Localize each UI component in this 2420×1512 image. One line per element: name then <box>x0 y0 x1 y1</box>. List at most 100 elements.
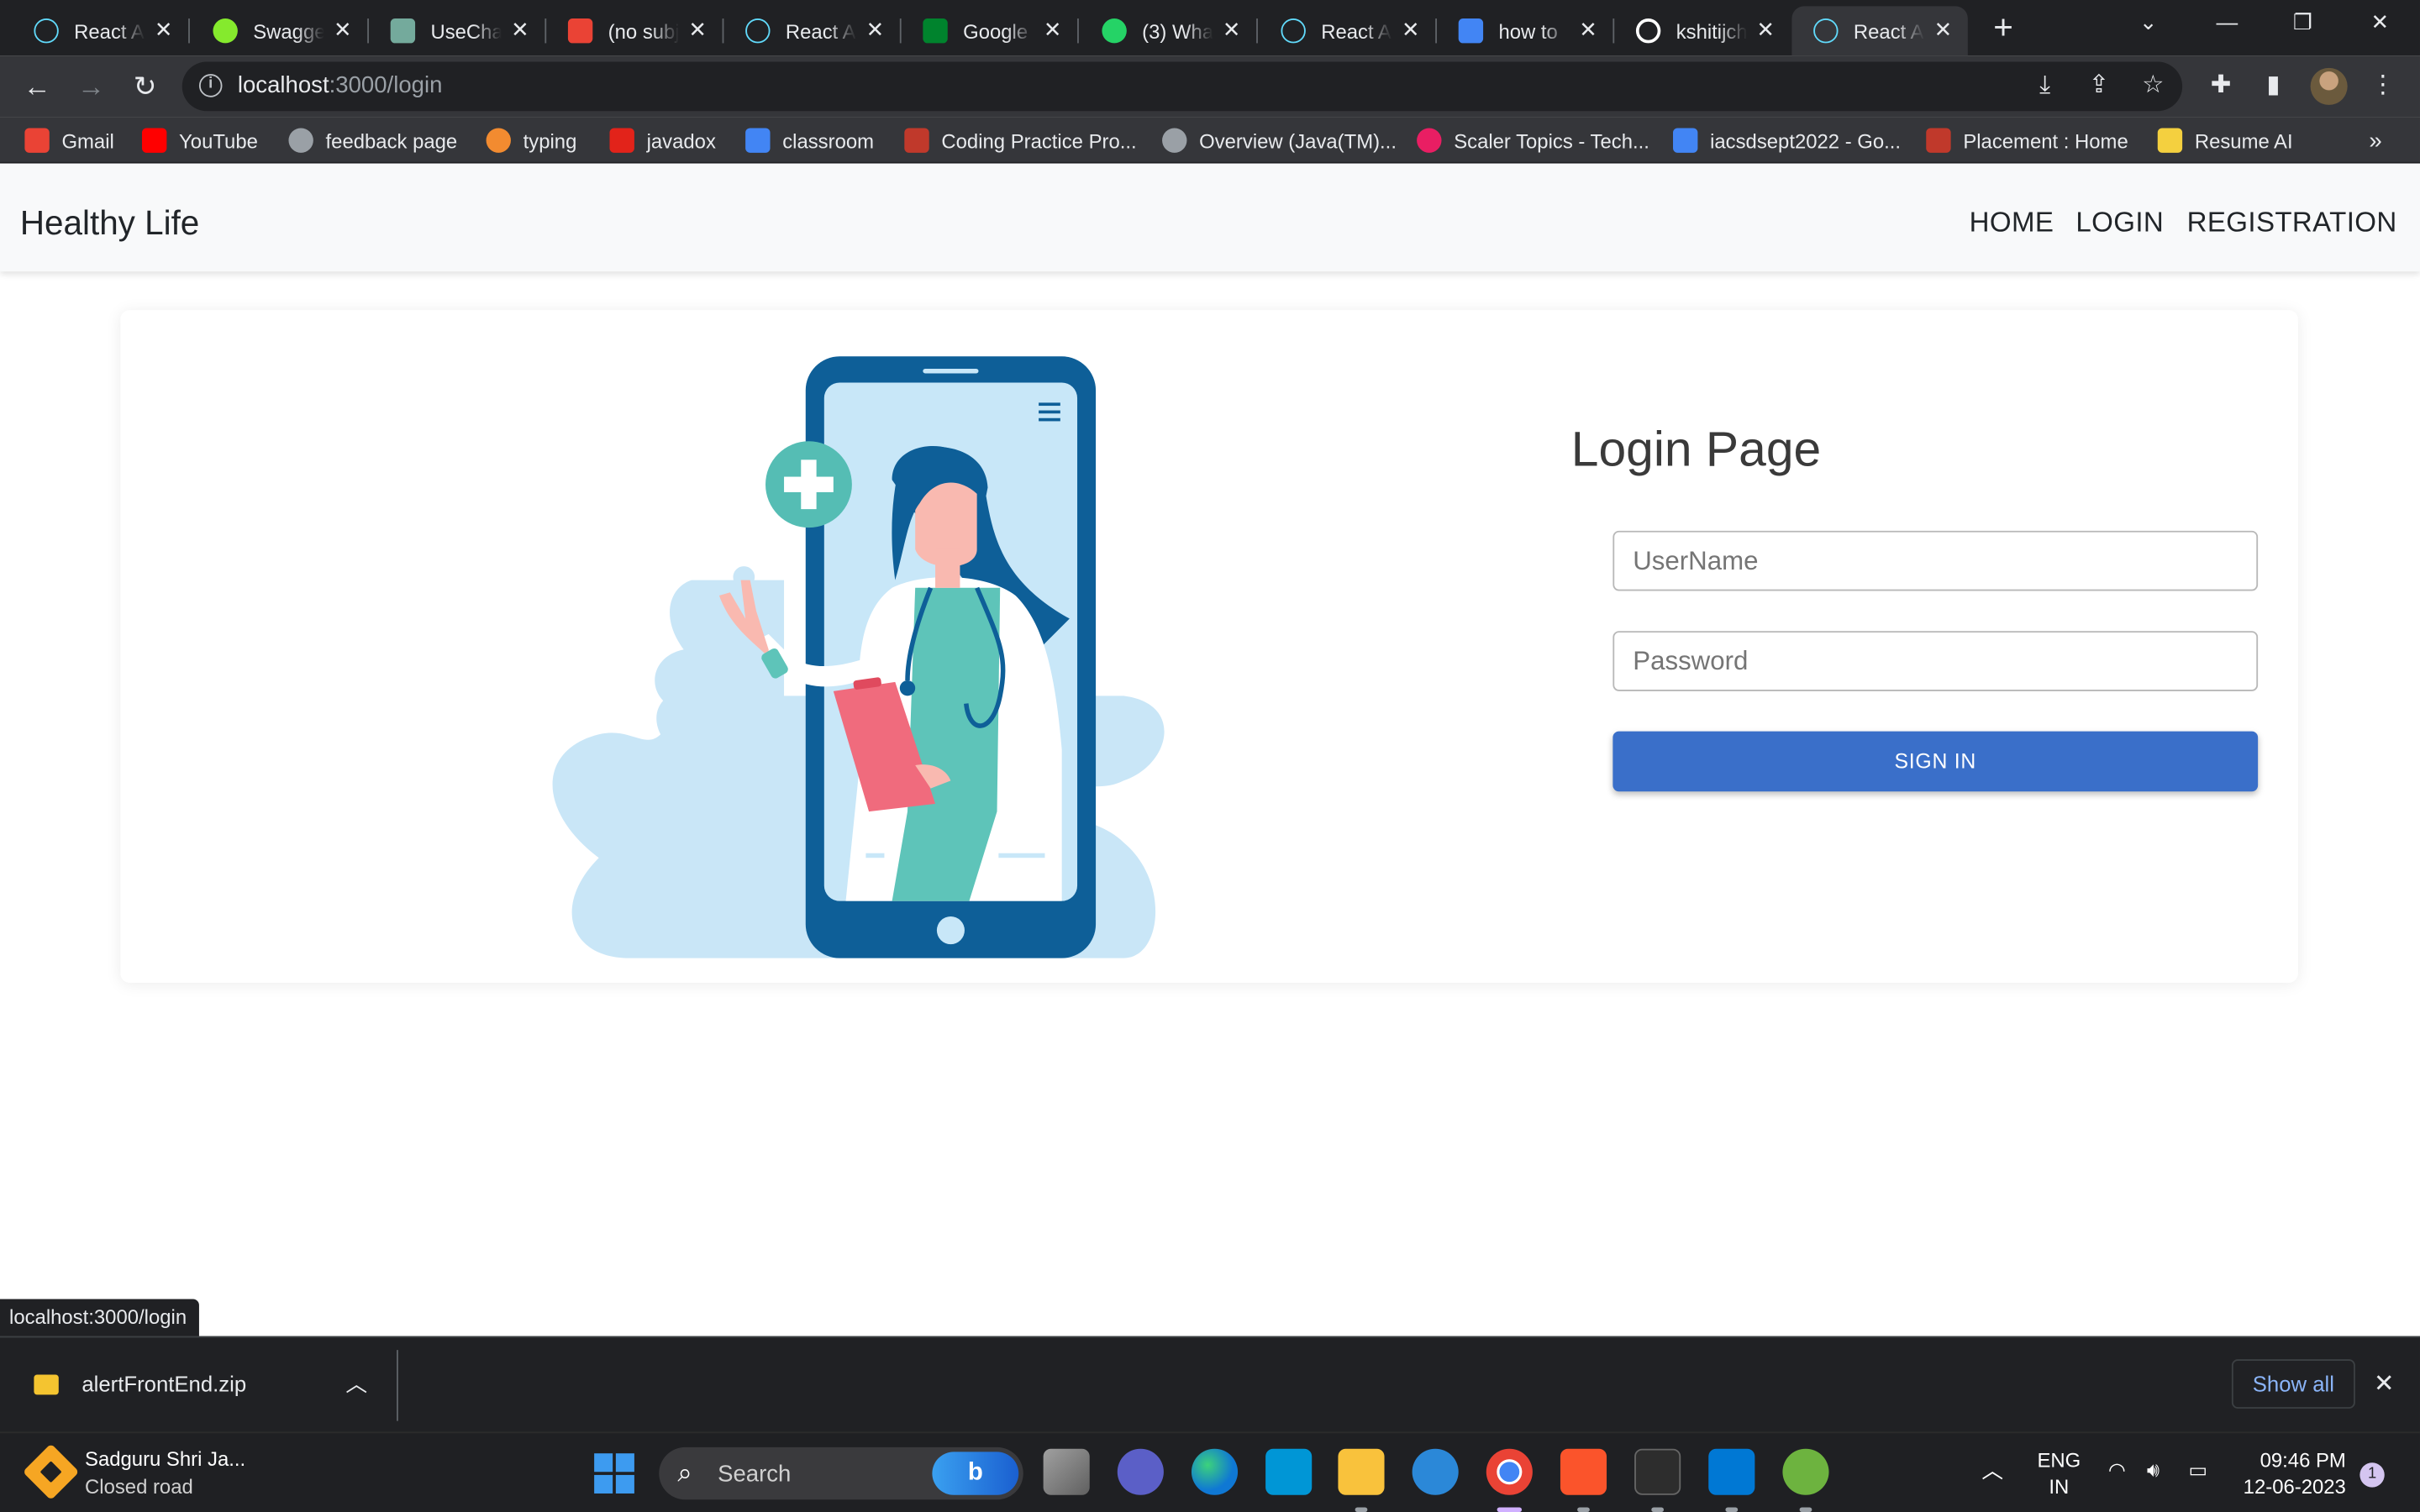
bookmark-item[interactable]: classroom <box>745 127 874 155</box>
bookmark-label: typing <box>523 129 577 152</box>
bookmark-item[interactable]: Overview (Java(TM)... <box>1162 127 1397 155</box>
side-panel-icon[interactable]: ▮ <box>2258 71 2289 102</box>
password-input[interactable] <box>1612 631 2259 691</box>
browser-tab[interactable]: UseChatGPT ✕ <box>369 6 547 55</box>
close-tab-icon[interactable]: ✕ <box>1931 17 1955 41</box>
browser-tab[interactable]: React App✕ <box>1791 6 1968 56</box>
bookmark-item[interactable]: javadox <box>609 127 716 155</box>
bookmark-item[interactable]: YouTube <box>141 127 258 155</box>
close-tab-icon[interactable]: ✕ <box>1040 17 1065 41</box>
minimize-icon[interactable]: — <box>2204 9 2250 34</box>
bookmark-item[interactable]: Resume AI <box>2157 127 2293 155</box>
close-tab-icon[interactable]: ✕ <box>330 17 355 41</box>
bookmark-item[interactable]: feedback page <box>288 127 457 155</box>
tab-search-icon[interactable]: ⌄ <box>2125 9 2171 35</box>
weather-widget-subtitle: Closed road <box>85 1474 193 1499</box>
bookmark-item[interactable]: typing <box>486 127 577 155</box>
teams-chat-icon[interactable] <box>1117 1448 1164 1495</box>
browser-tab[interactable]: (no subject)✕ <box>546 6 724 55</box>
close-tab-icon[interactable]: ✕ <box>508 17 532 41</box>
windows-start-icon[interactable] <box>594 1453 634 1494</box>
bookmark-label: Scaler Topics - Tech... <box>1454 129 1649 152</box>
resume-icon <box>2157 128 2183 153</box>
task-view-icon[interactable] <box>1043 1448 1090 1495</box>
share-icon[interactable]: ⇪ <box>2084 71 2115 102</box>
close-tab-icon[interactable]: ✕ <box>863 17 887 41</box>
close-tab-icon[interactable]: ✕ <box>1754 17 1778 41</box>
new-tab-button[interactable]: + <box>1986 10 2020 45</box>
back-arrow-icon[interactable]: ← <box>18 68 55 105</box>
terminal-icon[interactable] <box>1634 1448 1681 1495</box>
restore-icon[interactable]: ❐ <box>2280 9 2326 35</box>
swagger-icon <box>213 18 238 44</box>
tab-title: React App <box>785 18 856 43</box>
nav-registration-link[interactable]: REGISTRATION <box>2187 207 2397 239</box>
file-explorer-running-indicator <box>1355 1507 1368 1512</box>
notification-badge[interactable]: 1 <box>2360 1462 2385 1488</box>
browser-tab[interactable]: React App✕ <box>13 6 190 55</box>
address-url[interactable]: localhost:3000/login <box>238 72 443 98</box>
profile-avatar[interactable] <box>2310 67 2348 105</box>
close-tab-icon[interactable]: ✕ <box>1398 17 1423 41</box>
download-file-name[interactable]: alertFrontEnd.zip <box>82 1372 246 1396</box>
more-bookmarks-button[interactable]: » <box>2369 127 2381 155</box>
taskbar-search[interactable]: ⌕ Search b <box>659 1446 1023 1500</box>
sign-in-button[interactable]: SIGN IN <box>1612 731 2259 792</box>
battery-icon[interactable]: ▭ <box>2188 1458 2207 1483</box>
browser-tab[interactable]: Google Meet✕ <box>902 6 1079 55</box>
show-all-downloads-button[interactable]: Show all <box>2231 1359 2355 1409</box>
placement-icon <box>1926 128 1951 153</box>
site-info-icon[interactable]: i <box>198 74 223 97</box>
system-clock[interactable]: 09:46 PM 12-06-2023 <box>2241 1447 2346 1499</box>
language-indicator[interactable]: ENG IN <box>2037 1447 2081 1499</box>
nav-home-link[interactable]: HOME <box>1970 207 2054 239</box>
bookmark-item[interactable]: Scaler Topics - Tech... <box>1417 127 1649 155</box>
wifi-icon[interactable]: ◠ <box>2108 1458 2126 1483</box>
youtube-icon <box>141 128 167 153</box>
forward-arrow-icon[interactable]: → <box>72 68 109 105</box>
brand-title[interactable]: Healthy Life <box>20 203 199 244</box>
browser-tab[interactable]: React App✕ <box>1260 6 1437 55</box>
chevron-up-tray-icon[interactable]: ︿ <box>1981 1455 2003 1486</box>
chrome-icon[interactable] <box>1486 1448 1533 1495</box>
language-code: ENG <box>2037 1448 2081 1473</box>
get-help-icon[interactable] <box>1412 1448 1459 1495</box>
address-bar[interactable]: i localhost:3000/login ⤓ ⇪ ☆ <box>182 61 2183 112</box>
vscode-icon[interactable] <box>1708 1448 1755 1495</box>
reload-icon[interactable]: ↻ <box>127 68 164 105</box>
menu-kebab-icon[interactable]: ⋮ <box>2368 71 2399 102</box>
browser-tab[interactable]: how to ✕ <box>1437 6 1615 55</box>
close-tab-icon[interactable]: ✕ <box>1576 17 1600 41</box>
bing-icon[interactable]: b <box>932 1452 1019 1495</box>
close-tab-icon[interactable]: ✕ <box>151 17 176 41</box>
volume-icon[interactable]: 🔊︎ <box>2147 1458 2160 1483</box>
close-download-shelf-icon[interactable]: ✕ <box>2374 1368 2395 1399</box>
file-explorer-icon[interactable] <box>1338 1448 1385 1495</box>
chevron-up-icon[interactable]: ︿ <box>345 1368 367 1399</box>
extensions-puzzle-icon[interactable]: ✚ <box>2206 71 2237 102</box>
bookmark-item[interactable]: Placement : Home <box>1926 127 2128 155</box>
nav-login-link[interactable]: LOGIN <box>2075 207 2164 239</box>
install-app-icon[interactable]: ⤓ <box>2029 71 2060 102</box>
close-tab-icon[interactable]: ✕ <box>1219 17 1244 41</box>
close-tab-icon[interactable]: ✕ <box>686 17 710 41</box>
browser-tab[interactable]: React App ✕ <box>723 6 902 55</box>
close-window-icon[interactable]: ✕ <box>2357 9 2403 35</box>
browser-tab[interactable]: kshitijch ✕ <box>1614 6 1790 55</box>
bookmark-item[interactable]: iacsdsept2022 - Go... <box>1673 127 1901 155</box>
bookmark-star-icon[interactable]: ☆ <box>2138 71 2169 102</box>
browser-tab[interactable]: (3) WhatsApp✕ <box>1081 6 1258 55</box>
username-input[interactable] <box>1612 530 2259 591</box>
doctor-illustration <box>552 356 1165 958</box>
spring-tool-suite-icon[interactable] <box>1782 1448 1829 1495</box>
myhp-icon[interactable] <box>1265 1448 1313 1495</box>
road-warning-icon[interactable] <box>22 1443 80 1501</box>
weather-widget-title[interactable]: Sadguru Shri Ja... <box>85 1447 245 1471</box>
brave-icon[interactable] <box>1560 1448 1607 1495</box>
bookmark-item[interactable]: Gmail <box>24 127 114 155</box>
react-icon <box>1281 18 1306 44</box>
bookmark-item[interactable]: Coding Practice Pro... <box>904 127 1137 155</box>
edge-icon[interactable] <box>1191 1448 1239 1495</box>
tab-title: React App <box>1321 18 1392 43</box>
browser-tab[interactable]: Swagger UI✕ <box>192 6 369 55</box>
